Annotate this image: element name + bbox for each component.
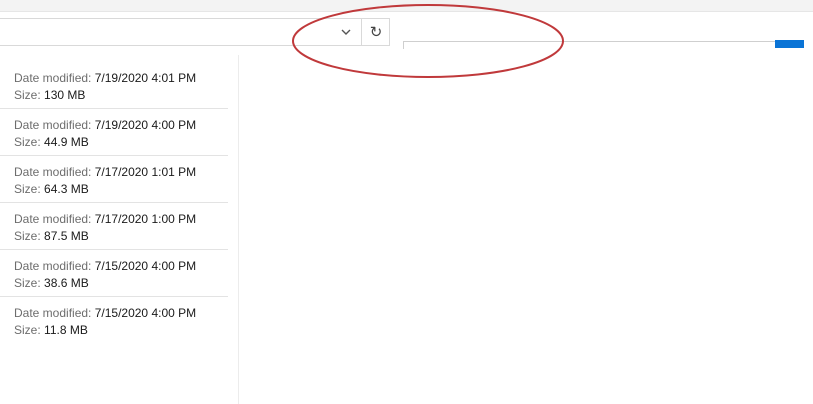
size-label: Size: xyxy=(14,88,41,102)
size-label: Size: xyxy=(14,182,41,196)
file-list: Date modified: 7/19/2020 4:01 PM Size: 1… xyxy=(0,62,228,344)
date-modified-row: Date modified: 7/15/2020 4:00 PM xyxy=(14,258,228,275)
date-modified-value: 7/19/2020 4:00 PM xyxy=(94,118,197,132)
size-row: Size: 130 MB xyxy=(14,87,228,104)
address-bar[interactable] xyxy=(0,18,390,46)
date-modified-label: Date modified: xyxy=(14,71,92,85)
list-item[interactable]: Date modified: 7/17/2020 1:00 PM Size: 8… xyxy=(0,203,228,250)
size-value: 130 MB xyxy=(44,88,86,102)
size-row: Size: 87.5 MB xyxy=(14,228,228,245)
size-value: 87.5 MB xyxy=(44,229,89,243)
address-history-dropdown-button[interactable] xyxy=(333,19,359,45)
list-item[interactable]: Date modified: 7/15/2020 4:00 PM Size: 1… xyxy=(0,297,228,344)
size-row: Size: 64.3 MB xyxy=(14,181,228,198)
size-value: 11.8 MB xyxy=(44,323,88,337)
size-row: Size: 11.8 MB xyxy=(14,322,228,339)
date-modified-value: 7/17/2020 1:01 PM xyxy=(94,165,197,179)
date-modified-label: Date modified: xyxy=(14,259,92,273)
size-row: Size: 38.6 MB xyxy=(14,275,228,292)
pane-divider[interactable] xyxy=(238,55,239,404)
chevron-down-icon xyxy=(341,29,351,35)
size-value: 38.6 MB xyxy=(44,276,89,290)
date-modified-row: Date modified: 7/19/2020 4:00 PM xyxy=(14,117,228,134)
size-label: Size: xyxy=(14,323,41,337)
size-row: Size: 44.9 MB xyxy=(14,134,228,151)
list-item[interactable]: Date modified: 7/19/2020 4:00 PM Size: 4… xyxy=(0,109,228,156)
refresh-icon: ↻ xyxy=(369,23,383,41)
date-modified-label: Date modified: xyxy=(14,165,92,179)
size-label: Size: xyxy=(14,135,41,149)
date-modified-label: Date modified: xyxy=(14,306,92,320)
date-modified-label: Date modified: xyxy=(14,118,92,132)
size-label: Size: xyxy=(14,229,41,243)
search-button[interactable] xyxy=(775,40,804,48)
date-modified-row: Date modified: 7/17/2020 1:00 PM xyxy=(14,211,228,228)
date-modified-value: 7/17/2020 1:00 PM xyxy=(94,212,197,226)
list-item[interactable]: Date modified: 7/19/2020 4:01 PM Size: 1… xyxy=(0,62,228,109)
list-item[interactable]: Date modified: 7/15/2020 4:00 PM Size: 3… xyxy=(0,250,228,297)
search-input[interactable] xyxy=(403,41,776,49)
size-value: 64.3 MB xyxy=(44,182,89,196)
list-item[interactable]: Date modified: 7/17/2020 1:01 PM Size: 6… xyxy=(0,156,228,203)
date-modified-label: Date modified: xyxy=(14,212,92,226)
date-modified-value: 7/15/2020 4:00 PM xyxy=(94,306,197,320)
date-modified-row: Date modified: 7/19/2020 4:01 PM xyxy=(14,70,228,87)
refresh-button[interactable]: ↻ xyxy=(361,19,390,45)
date-modified-row: Date modified: 7/17/2020 1:01 PM xyxy=(14,164,228,181)
size-label: Size: xyxy=(14,276,41,290)
date-modified-value: 7/19/2020 4:01 PM xyxy=(94,71,197,85)
window-top-strip xyxy=(0,0,813,12)
date-modified-value: 7/15/2020 4:00 PM xyxy=(94,259,197,273)
date-modified-row: Date modified: 7/15/2020 4:00 PM xyxy=(14,305,228,322)
size-value: 44.9 MB xyxy=(44,135,89,149)
